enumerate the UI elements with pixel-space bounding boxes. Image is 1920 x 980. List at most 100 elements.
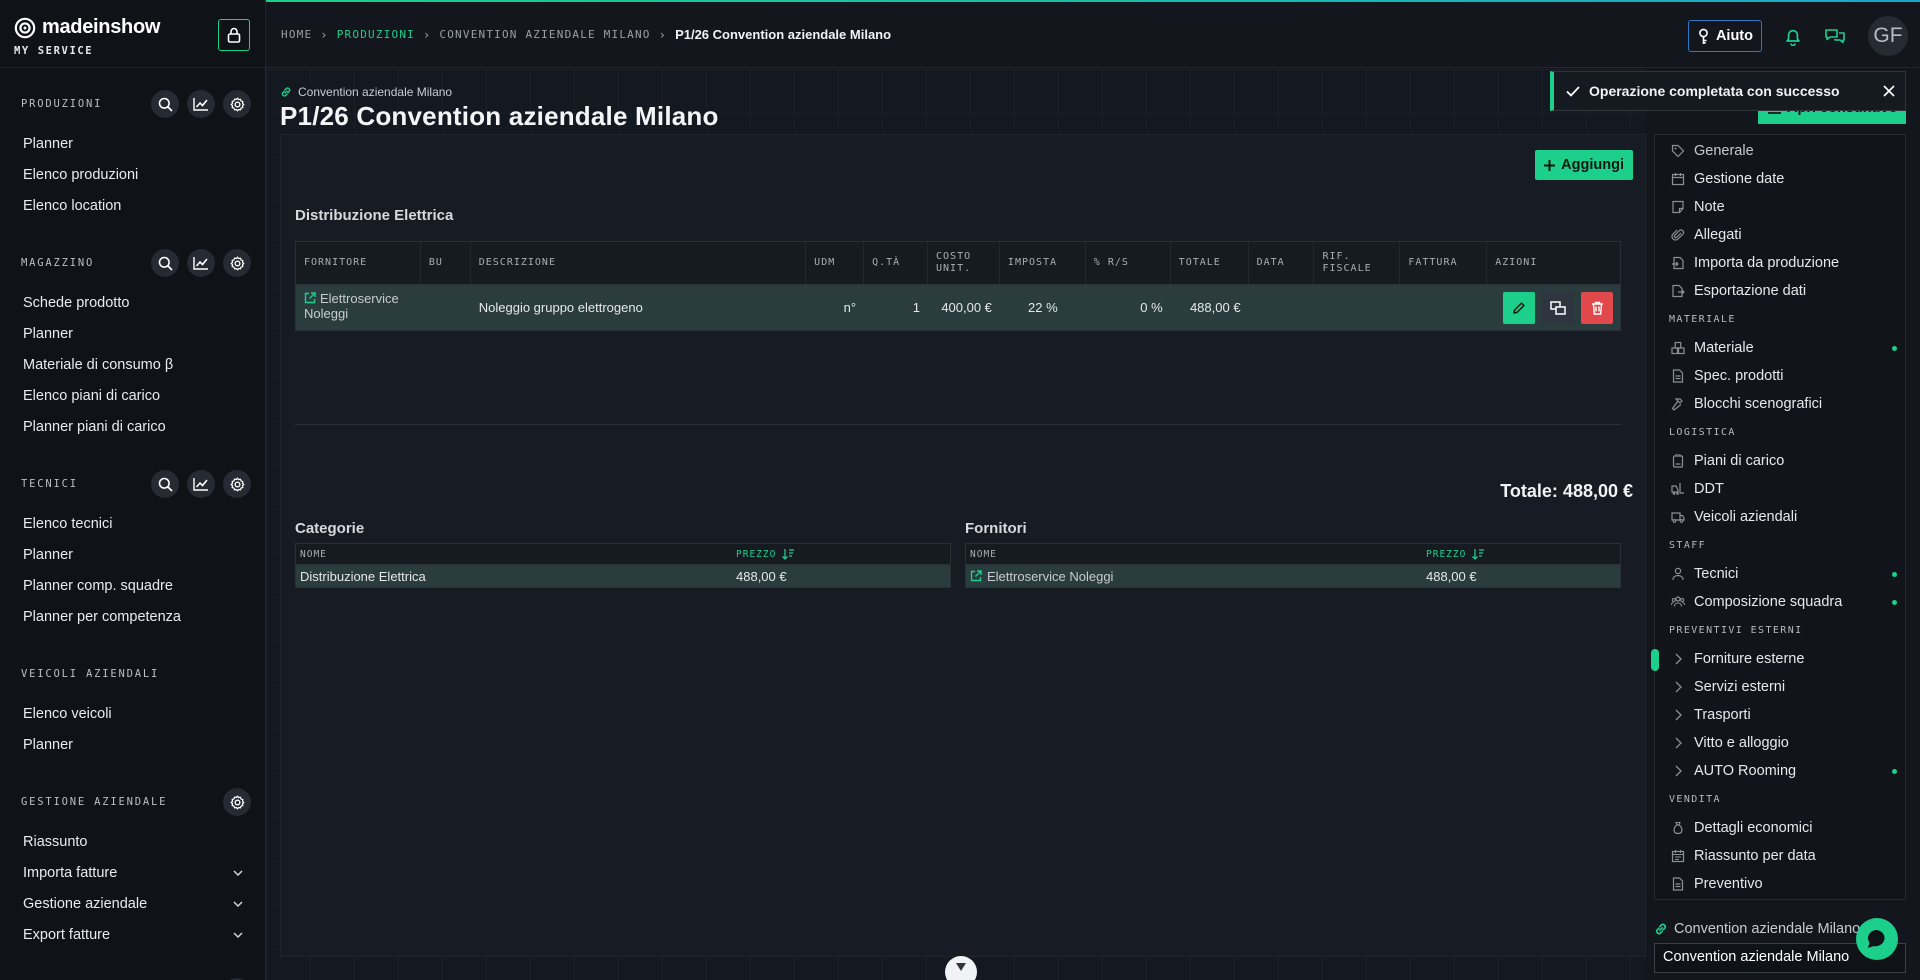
cell-name[interactable]: Elettroservice Noleggi: [966, 569, 1422, 584]
table-row[interactable]: Distribuzione Elettrica 488,00 €: [296, 565, 950, 587]
table-row[interactable]: Elettroservice Noleggi 488,00 €: [966, 565, 1620, 587]
menu-item-veicoli-aziendali[interactable]: Veicoli aziendali: [1655, 503, 1905, 531]
menu-item-note[interactable]: Note: [1655, 193, 1905, 221]
menu-item-generale[interactable]: Generale: [1655, 137, 1905, 165]
categorie-col-price[interactable]: PREZZO: [732, 548, 795, 560]
breadcrumb-home[interactable]: HOME: [281, 28, 312, 41]
grid-col-totale[interactable]: TOTALE: [1171, 242, 1249, 284]
cell-name: Distribuzione Elettrica: [296, 569, 732, 584]
sidebar-nav: PRODUZIONI Planner Elenco produzioni Elenco…: [0, 80, 265, 980]
table-row[interactable]: Elettroservice Noleggi Noleggio gruppo el…: [296, 285, 1620, 330]
sidebar-item-elenco-location[interactable]: Elenco location: [0, 190, 265, 221]
avatar[interactable]: GF: [1868, 16, 1908, 56]
chat-support-button[interactable]: [1856, 918, 1898, 960]
chevron-right-icon: [1675, 681, 1682, 693]
sidebar-item-export-fatture[interactable]: Export fatture: [0, 919, 265, 950]
gear-button[interactable]: [223, 249, 251, 277]
menu-item-blocchi-scenografici[interactable]: Blocchi scenografici: [1655, 390, 1905, 418]
sidebar-item-elenco-produzioni[interactable]: Elenco produzioni: [0, 159, 265, 190]
search-button[interactable]: [151, 249, 179, 277]
sidebar-item-planner-per-competenza[interactable]: Planner per competenza: [0, 601, 265, 632]
menu-item-forniture-esterne[interactable]: Forniture esterne: [1651, 645, 1905, 673]
search-button[interactable]: [151, 90, 179, 118]
grid-col-descrizione[interactable]: DESCRIZIONE: [471, 242, 807, 284]
menu-item-esportazione-dati[interactable]: Esportazione dati: [1655, 277, 1905, 305]
menu-item-composizione-squadra[interactable]: Composizione squadra: [1655, 588, 1905, 616]
search-button[interactable]: [151, 470, 179, 498]
close-icon[interactable]: [1883, 85, 1895, 97]
fornitori-col-name[interactable]: NOME: [966, 549, 1422, 560]
menu-item-importa-da-produzione[interactable]: Importa da produzione: [1655, 249, 1905, 277]
sidebar-item-riassunto[interactable]: Riassunto: [0, 826, 265, 857]
sidebar-item-planner-comp-squadre[interactable]: Planner comp. squadre: [0, 570, 265, 601]
scroll-down-button[interactable]: [945, 956, 977, 980]
menu-item-riassunto-per-data[interactable]: Riassunto per data: [1655, 842, 1905, 870]
sidebar-item-materiale-di-consumo[interactable]: Materiale di consumo β: [0, 349, 265, 380]
grid-col-q-t[interactable]: Q.TÀ: [864, 242, 929, 284]
menu-item-tecnici[interactable]: Tecnici: [1655, 560, 1905, 588]
duplicate-button[interactable]: [1542, 291, 1575, 324]
menu-item-piani-di-carico[interactable]: Piani di carico: [1655, 447, 1905, 475]
fornitori-header: NOME PREZZO: [966, 544, 1620, 565]
cell-fornitore[interactable]: Elettroservice Noleggi: [296, 285, 421, 330]
breadcrumb-convention[interactable]: CONVENTION AZIENDALE MILANO: [439, 28, 650, 41]
sidebar-item-planner-piani-di-carico[interactable]: Planner piani di carico: [0, 411, 265, 442]
menu-item-servizi-esterni[interactable]: Servizi esterni: [1655, 673, 1905, 701]
add-button[interactable]: Aggiungi: [1535, 150, 1633, 180]
grid-col-udm[interactable]: UDM: [806, 242, 865, 284]
grid-col-data[interactable]: DATA: [1249, 242, 1315, 284]
help-button[interactable]: Aiuto: [1687, 20, 1762, 52]
grid-col-bu[interactable]: BU: [421, 242, 471, 284]
sidebar-item-importa-fatture[interactable]: Importa fatture: [0, 857, 265, 888]
sidebar-item-elenco-tecnici[interactable]: Elenco tecnici: [0, 508, 265, 539]
categorie-col-name[interactable]: NOME: [296, 549, 732, 560]
menu-item-trasporti[interactable]: Trasporti: [1655, 701, 1905, 729]
edit-button[interactable]: [1503, 291, 1536, 324]
menu-item-dettagli-economici[interactable]: Dettagli economici: [1655, 814, 1905, 842]
sidebar-item-planner[interactable]: Planner: [0, 318, 265, 349]
page-sublabel[interactable]: Convention aziendale Milano: [280, 85, 452, 99]
menu-item-gestione-date[interactable]: Gestione date: [1655, 165, 1905, 193]
grid-col-rif-fiscale[interactable]: RIF. FISCALE: [1314, 242, 1401, 284]
sidebar-item-elenco-piani-di-carico[interactable]: Elenco piani di carico: [0, 380, 265, 411]
chart-button[interactable]: [187, 470, 215, 498]
chat-icon[interactable]: [1824, 27, 1846, 46]
menu-item-vitto-e-alloggio[interactable]: Vitto e alloggio: [1655, 729, 1905, 757]
sidebar-item-label: Schede prodotto: [23, 294, 130, 311]
menu-item-preventivo[interactable]: Preventivo: [1655, 870, 1905, 898]
chart-button[interactable]: [187, 90, 215, 118]
sidebar-item-planner[interactable]: Planner: [0, 539, 265, 570]
menu-item-auto-rooming[interactable]: AUTO Rooming: [1655, 757, 1905, 785]
gear-button[interactable]: [223, 788, 251, 816]
cell-value: 0 %: [1140, 300, 1163, 315]
fornitori-col-price[interactable]: PREZZO: [1422, 548, 1485, 560]
menu-item-allegati[interactable]: Allegati: [1655, 221, 1905, 249]
grid-col-costo-unit[interactable]: COSTO UNIT.: [928, 242, 1000, 284]
menu-item-label: Blocchi scenografici: [1694, 396, 1823, 412]
gear-button[interactable]: [223, 90, 251, 118]
chart-button[interactable]: [187, 249, 215, 277]
menu-item-ddt[interactable]: DDT: [1655, 475, 1905, 503]
sidebar-item-planner[interactable]: Planner: [0, 729, 265, 760]
grid-col-r-s[interactable]: % R/S: [1086, 242, 1171, 284]
grid-col-azioni[interactable]: AZIONI: [1487, 242, 1620, 284]
production-link-label[interactable]: Convention aziendale Milano: [1654, 921, 1860, 937]
sidebar-item-elenco-veicoli[interactable]: Elenco veicoli: [0, 698, 265, 729]
supplier-link[interactable]: Elettroservice Noleggi: [304, 291, 399, 321]
gear-button[interactable]: [223, 470, 251, 498]
menu-item-label: Piani di carico: [1694, 453, 1785, 469]
sidebar-item-planner[interactable]: Planner: [0, 128, 265, 159]
grid-col-fornitore[interactable]: FORNITORE: [296, 242, 421, 284]
bell-icon[interactable]: [1784, 27, 1802, 46]
menu-item-spec-prodotti[interactable]: Spec. prodotti: [1655, 362, 1905, 390]
delete-button[interactable]: [1581, 291, 1614, 324]
grid-col-imposta[interactable]: IMPOSTA: [1000, 242, 1086, 284]
brand-logo[interactable]: madeinshow: [14, 16, 251, 39]
grid-col-fattura[interactable]: FATTURA: [1400, 242, 1488, 284]
menu-item-materiale[interactable]: Materiale: [1655, 334, 1905, 362]
sidebar-item-schede-prodotto[interactable]: Schede prodotto: [0, 287, 265, 318]
lock-button[interactable]: [218, 19, 250, 51]
breadcrumb-produzioni[interactable]: PRODUZIONI: [337, 28, 415, 41]
gear-icon: [230, 256, 244, 270]
sidebar-item-gestione-aziendale[interactable]: Gestione aziendale: [0, 888, 265, 919]
